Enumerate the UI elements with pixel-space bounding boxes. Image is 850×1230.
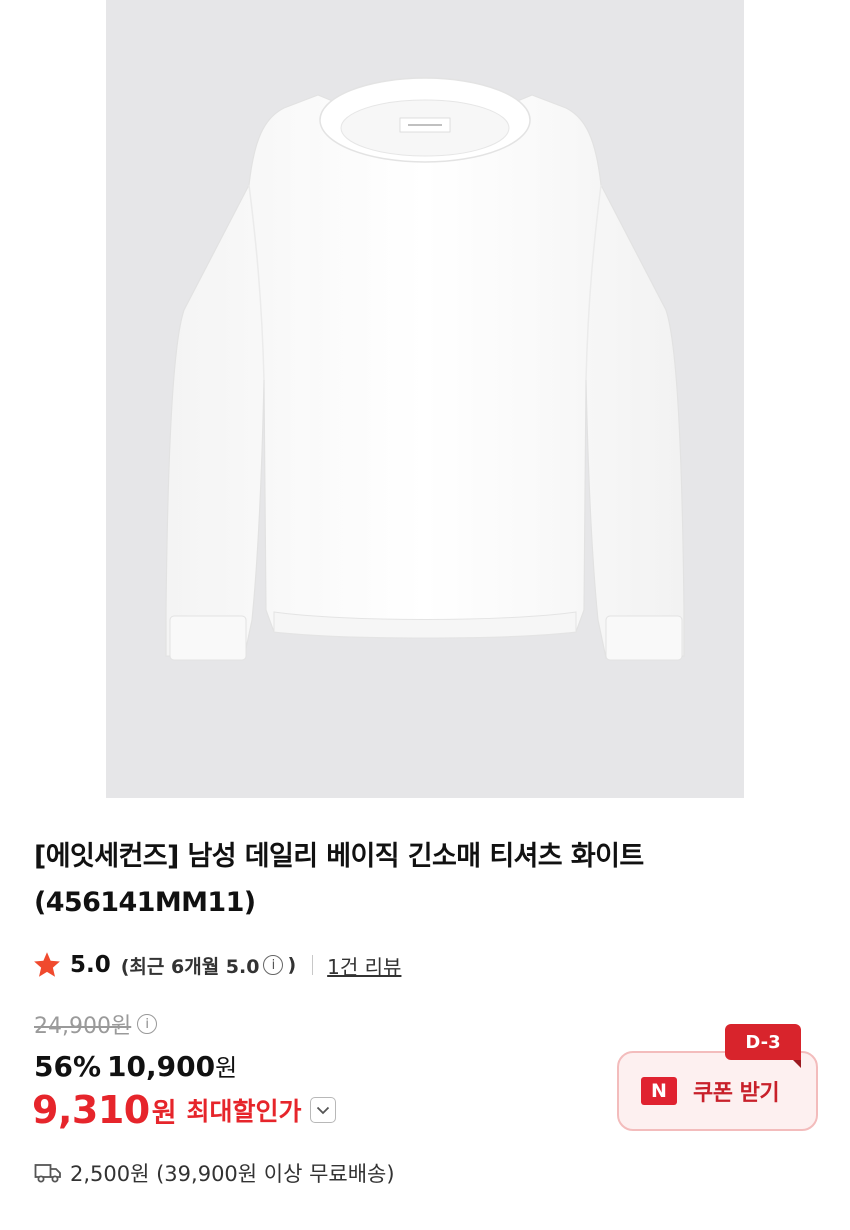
product-title: [에잇세컨즈] 남성 데일리 베이직 긴소매 티셔츠 화이트 (456141MM… <box>34 841 644 918</box>
review-count-link[interactable]: 1건 리뷰 <box>327 951 401 980</box>
n-badge-icon: N <box>641 1077 677 1105</box>
coupon-button-label: 쿠폰 받기 <box>693 1081 780 1106</box>
recent-rating: (최근 6개월 5.0 i ) <box>121 952 296 979</box>
recent-rating-close: ) <box>287 954 297 976</box>
shipping-text: 2,500원 (39,900원 이상 무료배송) <box>70 1162 395 1186</box>
discount-rate: 56% <box>34 1050 102 1083</box>
star-icon <box>34 952 60 977</box>
shipping-info: 2,500원 (39,900원 이상 무료배송) <box>34 1158 395 1188</box>
sale-price-unit: 원 <box>215 1054 238 1082</box>
rating-score: 5.0 <box>70 952 111 978</box>
sale-price-row: 56% 10,900 원 <box>34 1048 237 1083</box>
product-image <box>165 77 685 661</box>
sale-price: 10,900 <box>107 1050 216 1083</box>
truck-icon <box>34 1164 61 1183</box>
chevron-down-icon[interactable] <box>309 1097 336 1123</box>
original-price: 24,900원 <box>34 1014 132 1039</box>
best-price-label: 최대할인가 <box>186 1097 302 1126</box>
info-icon[interactable]: i <box>263 955 284 975</box>
divider <box>312 955 314 975</box>
rating-row: 5.0 (최근 6개월 5.0 i ) 1건 리뷰 <box>32 948 401 982</box>
recent-rating-text: (최근 6개월 5.0 <box>120 955 260 978</box>
coupon-button[interactable]: N 쿠폰 받기 <box>617 1051 818 1131</box>
best-price-row[interactable]: 9,310 원 최대할인가 <box>32 1088 336 1132</box>
dday-badge: D-3 <box>725 1024 801 1068</box>
original-price-row: 24,900원 i <box>34 1008 161 1040</box>
product-image-gallery[interactable]: 7 / 9 <box>106 0 744 798</box>
price-info-icon[interactable]: i <box>137 1014 158 1034</box>
best-price-unit: 원 <box>151 1097 177 1129</box>
best-price: 9,310 <box>32 1088 150 1132</box>
